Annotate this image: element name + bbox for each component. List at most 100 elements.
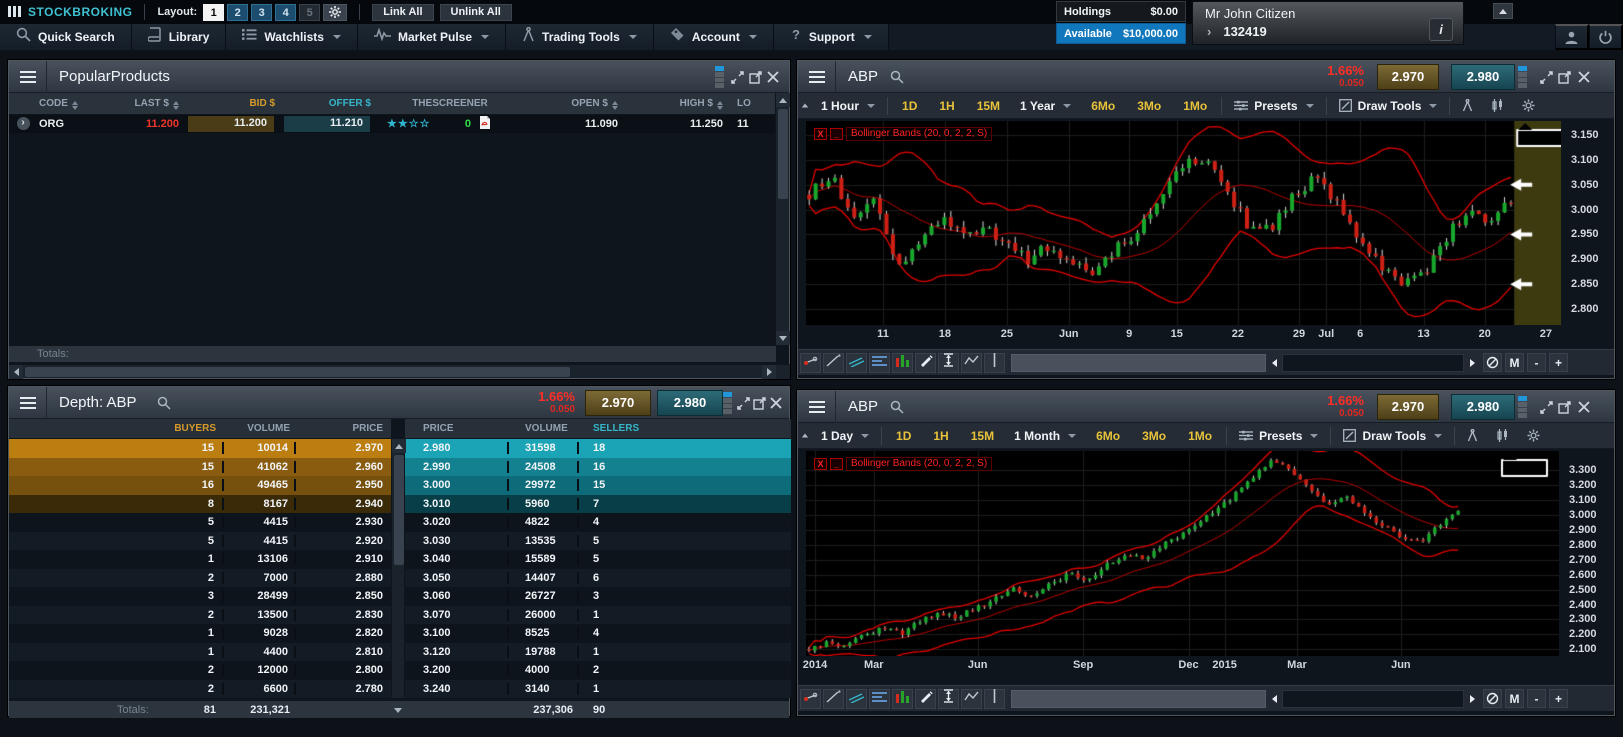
depth-buy-row[interactable]: 144002.810: [9, 643, 391, 662]
range-6mo-button[interactable]: 6Mo: [1085, 423, 1131, 449]
depth-sell-row[interactable]: 3.030135355: [405, 532, 791, 551]
chart-scrollbar[interactable]: [1282, 690, 1464, 708]
scroll-up-button[interactable]: [392, 439, 406, 453]
remove-indicator-button[interactable]: X: [814, 458, 827, 470]
scroll-thumb[interactable]: [778, 109, 788, 199]
panel-menu-button[interactable]: [798, 391, 836, 423]
pan-right-button[interactable]: [1464, 690, 1480, 708]
col-buy-price[interactable]: PRICE: [296, 423, 391, 434]
symbol-search-icon[interactable]: [157, 396, 171, 415]
close-panel-button[interactable]: [765, 69, 781, 85]
close-panel-button[interactable]: [1576, 399, 1592, 415]
depth-buy-row[interactable]: 3284992.850: [9, 587, 391, 606]
col-screener[interactable]: THESCREENER: [379, 98, 521, 109]
anchor-points-tool[interactable]: [800, 689, 821, 709]
depth-buy-row[interactable]: 881672.940: [9, 495, 391, 514]
depth-buy-row[interactable]: 2120002.800: [9, 661, 391, 680]
layout-button-5[interactable]: 5: [299, 4, 320, 21]
chart-plot-area[interactable]: X_Bollinger Bands (20, 0, 2, 2, S): [806, 121, 1561, 325]
popout-button[interactable]: [1556, 69, 1572, 85]
logout-button[interactable]: [1589, 24, 1623, 50]
scroll-right-button[interactable]: [762, 365, 776, 379]
collapse-topbar-button[interactable]: [1493, 3, 1513, 19]
scroll-down-button[interactable]: [391, 703, 405, 717]
maximize-button[interactable]: [735, 395, 751, 411]
layout-button-1[interactable]: 1: [203, 4, 224, 21]
depth-buy-row[interactable]: 190282.820: [9, 624, 391, 643]
draw-tools-dropdown[interactable]: Draw Tools: [1334, 423, 1451, 449]
depth-sell-row[interactable]: 3.24031401: [405, 680, 791, 699]
range-3mo-button[interactable]: 3Mo: [1131, 423, 1177, 449]
maximize-button[interactable]: [729, 69, 745, 85]
tf-1h-button[interactable]: 1H: [928, 93, 965, 119]
volume-bars-tool[interactable]: [892, 353, 913, 373]
chart-settings-button[interactable]: [1518, 423, 1549, 449]
offer-cell[interactable]: 11.210: [284, 116, 370, 132]
collapse-toolbar-button[interactable]: [798, 93, 812, 119]
tf-1d-button[interactable]: 1D: [891, 93, 928, 119]
window-link-indicator[interactable]: [715, 66, 725, 88]
menu-item-library[interactable]: Library: [132, 24, 227, 50]
bid-price-button[interactable]: 2.970: [1377, 394, 1439, 420]
col-last[interactable]: LAST $: [95, 98, 187, 110]
anchor-points-tool[interactable]: [800, 353, 821, 373]
popout-button[interactable]: [1556, 399, 1572, 415]
popout-button[interactable]: [747, 69, 763, 85]
depth-sell-row[interactable]: 3.20040002: [405, 661, 791, 680]
unlink-all-button[interactable]: Unlink All: [440, 4, 512, 21]
trend-line-tool[interactable]: [823, 689, 844, 709]
window-link-indicator[interactable]: [1518, 396, 1528, 418]
pdf-report-icon[interactable]: [479, 116, 491, 129]
depth-sell-row[interactable]: 2.9803159818: [405, 439, 791, 458]
pan-left-button[interactable]: [1266, 690, 1282, 708]
col-buyers[interactable]: BUYERS: [9, 423, 224, 434]
link-all-button[interactable]: Link All: [372, 4, 433, 21]
tf-15m-button[interactable]: 15M: [960, 423, 1005, 449]
depth-buy-row[interactable]: 2135002.830: [9, 606, 391, 625]
tf-1h-button[interactable]: 1H: [922, 423, 959, 449]
depth-sell-row[interactable]: 3.01059607: [405, 495, 791, 514]
depth-buy-row[interactable]: 544152.930: [9, 513, 391, 532]
vertical-line-tool[interactable]: [984, 353, 1005, 373]
draw-tools-dropdown[interactable]: Draw Tools: [1330, 93, 1447, 119]
zoom-out-button[interactable]: -: [1527, 353, 1546, 372]
depth-buy-row[interactable]: 15410622.960: [9, 458, 391, 477]
expand-row-button[interactable]: ›: [17, 117, 30, 130]
account-expand-chevron[interactable]: ›: [1207, 24, 1211, 39]
timeframe-dropdown[interactable]: 1 Hour: [812, 93, 884, 119]
chart-style-button[interactable]: [1482, 93, 1513, 119]
measure-button[interactable]: M: [1505, 353, 1524, 372]
depth-buy-row[interactable]: 15100142.970: [9, 439, 391, 458]
offer-price-button[interactable]: 2.980: [1451, 64, 1515, 90]
panel-menu-button[interactable]: [9, 61, 47, 93]
bid-price-button[interactable]: 2.970: [585, 390, 651, 416]
scroll-up-button[interactable]: [776, 93, 790, 107]
col-open[interactable]: OPEN $: [521, 98, 626, 110]
collapse-toolbar-button[interactable]: [798, 423, 812, 449]
account-info-button[interactable]: i: [1429, 18, 1453, 41]
chart-style-button[interactable]: [1487, 423, 1518, 449]
symbol-search-icon[interactable]: [890, 70, 904, 89]
col-high[interactable]: HIGH $: [626, 98, 731, 110]
menu-item-watchlists[interactable]: Watchlists: [226, 24, 358, 50]
layout-button-3[interactable]: 3: [251, 4, 272, 21]
volume-bars-tool[interactable]: [892, 689, 913, 709]
trend-line-tool[interactable]: [823, 353, 844, 373]
channel-tool[interactable]: [846, 353, 867, 373]
depth-buy-row[interactable]: 544152.920: [9, 532, 391, 551]
watchlist-vscrollbar[interactable]: [775, 93, 789, 345]
offer-price-button[interactable]: 2.980: [657, 390, 723, 416]
bid-cell[interactable]: 11.200: [188, 116, 274, 132]
zoom-in-button[interactable]: +: [1549, 353, 1568, 372]
tf-15m-button[interactable]: 15M: [966, 93, 1011, 119]
watchlist-row-ORG[interactable]: ›ORG11.20011.20011.210★★☆☆011.09011.2501…: [9, 115, 776, 133]
layout-settings-button[interactable]: [323, 4, 347, 21]
range-dropdown[interactable]: 1 Month: [1005, 423, 1085, 449]
depth-sell-row[interactable]: 3.060267273: [405, 587, 791, 606]
range-1mo-button[interactable]: 1Mo: [1177, 423, 1223, 449]
menu-item-trading-tools[interactable]: Trading Tools: [506, 24, 654, 50]
col-sell-volume[interactable]: VOLUME: [509, 423, 579, 434]
menu-item-quick-search[interactable]: Quick Search: [0, 24, 132, 50]
reset-zoom-button[interactable]: [1483, 689, 1502, 708]
vertical-line-tool[interactable]: [984, 689, 1005, 709]
